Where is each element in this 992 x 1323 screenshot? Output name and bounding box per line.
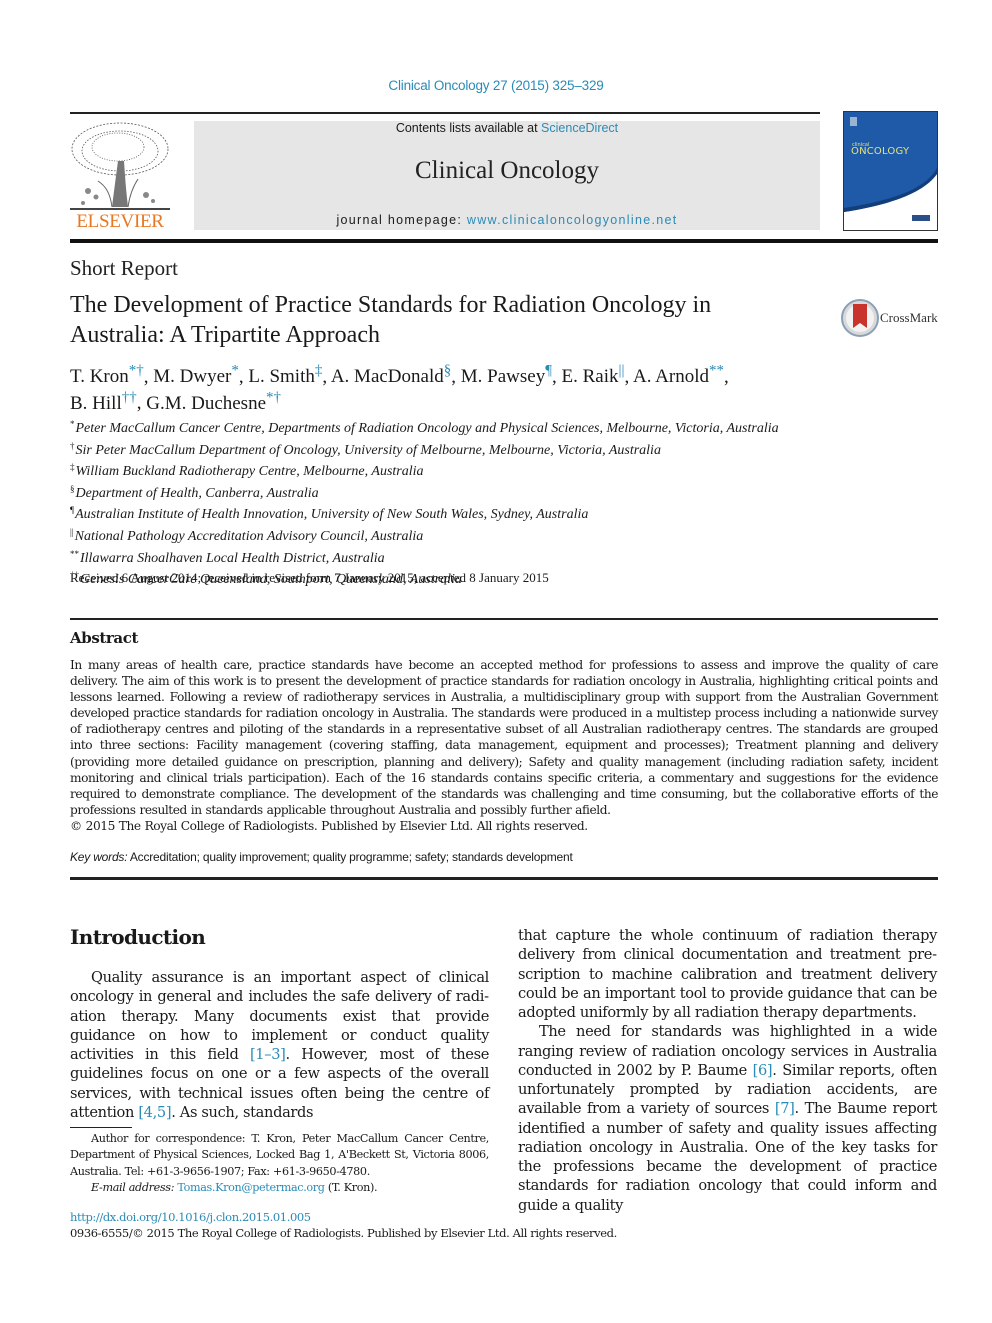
affiliation: *Peter MacCallum Cancer Centre, Departme… — [70, 419, 779, 436]
correspondence-footnote: Author for correspondence: T. Kron, Pete… — [70, 1131, 489, 1197]
contents-prefix: Contents lists available at — [395, 121, 542, 135]
paragraph: that capture the whole continuum of radi… — [518, 927, 937, 1021]
abstract-text: In many areas of health care, practice s… — [70, 658, 938, 817]
journal-cover-image: clinical ONCOLOGY — [844, 112, 937, 221]
journal-masthead: Contents lists available at ScienceDirec… — [194, 121, 820, 230]
author-marks[interactable]: *† — [129, 363, 144, 379]
author[interactable]: M. Pawsey¶ — [461, 363, 552, 387]
elsevier-logo[interactable]: ELSEVIER — [68, 121, 172, 233]
doi-link[interactable]: http://dx.doi.org/10.1016/j.clon.2015.01… — [70, 1210, 311, 1224]
author[interactable]: B. Hill†† — [70, 389, 137, 413]
author[interactable]: G.M. Duchesne*† — [146, 389, 281, 413]
keywords-list: Accreditation; quality improvement; qual… — [129, 850, 573, 864]
affiliation: **Illawarra Shoalhaven Local Health Dist… — [70, 548, 385, 566]
affiliation: ¶Australian Institute of Health Innovati… — [70, 505, 589, 523]
abstract-top-rule — [70, 618, 938, 620]
article-type: Short Report — [70, 256, 178, 280]
journal-homepage-line: journal homepage: www.clinicaloncologyon… — [194, 213, 820, 227]
author-marks[interactable]: †† — [122, 389, 137, 405]
email-label: E-mail address: — [91, 1181, 178, 1195]
affiliation-list: *Peter MacCallum Cancer Centre, Departme… — [70, 416, 870, 589]
title-line-2: Australia: A Tripartite Approach — [70, 322, 380, 348]
elsevier-tree-icon — [70, 122, 170, 210]
author-marks[interactable]: *† — [266, 389, 281, 405]
journal-cover-thumbnail[interactable]: clinical ONCOLOGY — [843, 111, 938, 231]
header-top-rule — [70, 112, 820, 114]
header-bottom-rule — [70, 239, 938, 243]
correspondence-text: Author for correspondence: T. Kron, Pete… — [70, 1132, 489, 1178]
affiliation: ||National Pathology Accreditation Advis… — [70, 526, 424, 544]
affiliation: §Department of Health, Canberra, Austral… — [70, 483, 319, 501]
section-heading-introduction: Introduction — [70, 925, 206, 949]
sciencedirect-link[interactable]: ScienceDirect — [541, 121, 618, 135]
reference-link[interactable]: [1–3] — [250, 1046, 286, 1063]
journal-title: Clinical Oncology — [415, 157, 599, 184]
crossmark-icon — [841, 299, 879, 337]
author-marks[interactable]: * — [231, 363, 239, 379]
email-line: E-mail address: Tomas.Kron@petermac.org … — [91, 1181, 378, 1195]
abstract-copyright: © 2015 The Royal College of Radiologists… — [70, 818, 588, 833]
paragraph: Quality assurance is an important aspect… — [70, 969, 489, 1121]
homepage-link[interactable]: www.clinicaloncologyonline.net — [467, 213, 678, 227]
crossmark-label: CrossMark — [880, 310, 938, 325]
author[interactable]: A. Arnold** — [633, 363, 724, 387]
affiliation: ‡William Buckland Radiotherapy Centre, M… — [70, 462, 424, 480]
cover-title-text: ONCOLOGY — [851, 146, 910, 157]
body-column-right: that capture the whole continuum of radi… — [518, 926, 937, 1215]
issn-copyright: 0936-6555/© 2015 The Royal College of Ra… — [70, 1226, 617, 1240]
author[interactable]: T. Kron*† — [70, 363, 144, 387]
received-dates: Received 6 August 2014; received in revi… — [70, 570, 549, 585]
email-link[interactable]: Tomas.Kron@petermac.org — [177, 1181, 325, 1194]
reference-link[interactable]: [4,5] — [138, 1104, 171, 1121]
title-line-1: The Development of Practice Standards fo… — [70, 292, 712, 318]
keywords: Key words: Accreditation; quality improv… — [70, 850, 573, 864]
reference-link[interactable]: [6] — [753, 1062, 773, 1079]
author[interactable]: E. Raik|| — [562, 363, 625, 387]
contents-line: Contents lists available at ScienceDirec… — [194, 121, 820, 135]
author[interactable]: M. Dwyer* — [153, 363, 239, 387]
body-column-left: Quality assurance is an important aspect… — [70, 968, 489, 1122]
abstract-heading: Abstract — [70, 629, 138, 647]
paragraph: The need for standards was highlighted i… — [518, 1023, 938, 1214]
article-title: The Development of Practice Standards fo… — [70, 290, 810, 350]
author-marks[interactable]: ¶ — [545, 363, 552, 379]
homepage-label: journal homepage: — [336, 213, 467, 227]
abstract-body: In many areas of health care, practice s… — [70, 657, 938, 834]
keywords-label: Key words: — [70, 850, 128, 864]
reference-link[interactable]: [7] — [775, 1100, 795, 1117]
author-marks[interactable]: ** — [709, 363, 724, 379]
crossmark-button[interactable]: CrossMark — [840, 298, 940, 338]
author-list: T. Kron*†, M. Dwyer*, L. Smith‡, A. MacD… — [70, 363, 729, 414]
journal-citation[interactable]: Clinical Oncology 27 (2015) 325–329 — [0, 78, 992, 93]
footnote-rule — [70, 1127, 132, 1128]
keywords-bottom-rule — [70, 877, 938, 880]
author[interactable]: A. MacDonald§ — [331, 363, 451, 387]
author[interactable]: L. Smith‡ — [248, 363, 322, 387]
elsevier-wordmark: ELSEVIER — [76, 211, 164, 232]
affiliation: †Sir Peter MacCallum Department of Oncol… — [70, 440, 661, 458]
